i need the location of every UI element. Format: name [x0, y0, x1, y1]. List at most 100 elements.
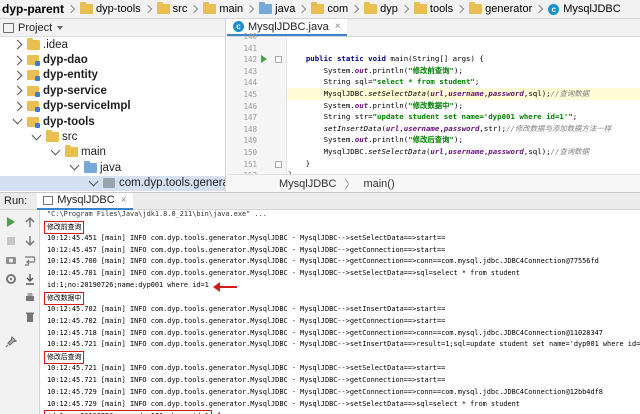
breadcrumb-label: dyp — [380, 3, 398, 15]
chevron-right-icon[interactable] — [12, 55, 23, 66]
chevron-right-icon[interactable] — [12, 85, 23, 96]
run-tab-mysqljdbc[interactable]: MysqlJDBC × — [37, 192, 133, 210]
chevron-down-icon[interactable] — [50, 145, 61, 156]
chevron-right-icon — [66, 4, 76, 14]
console-line: 10:12:45.721 [main] INFO com.dyp.tools.g… — [47, 375, 446, 384]
close-icon[interactable]: × — [335, 21, 341, 32]
project-panel-header[interactable]: Project — [0, 19, 225, 37]
tree-item--idea[interactable]: .idea — [0, 37, 225, 52]
breadcrumb-item-dyp-tools[interactable]: dyp-tools — [80, 2, 141, 15]
console-output[interactable]: "C:\Program Files\Java\jdk1.8.0_211\bin\… — [41, 210, 640, 414]
class-icon: c — [548, 3, 560, 15]
console-line: 10:12:45.729 [main] INFO com.dyp.tools.g… — [47, 387, 603, 396]
class-icon: c — [233, 21, 244, 32]
breadcrumb-item-main[interactable]: main — [203, 2, 243, 15]
breadcrumb-item-dyp[interactable]: dyp — [364, 2, 398, 15]
scroll-end-icon[interactable] — [24, 273, 36, 285]
up-icon[interactable] — [24, 216, 36, 228]
breadcrumb-label: com — [327, 3, 349, 15]
package-icon — [103, 178, 115, 189]
tree-item-dyp-dao[interactable]: dyp-dao — [0, 52, 225, 67]
breadcrumb-item-src[interactable]: src — [156, 2, 187, 15]
trash-icon[interactable] — [24, 311, 36, 323]
close-icon[interactable]: × — [121, 195, 127, 206]
fold-icon[interactable] — [275, 160, 282, 168]
module-folder-icon — [27, 101, 40, 113]
tree-item-label: dyp-dao — [43, 54, 88, 67]
chevron-right-icon[interactable] — [12, 101, 23, 112]
chevron-down-icon[interactable] — [69, 160, 80, 171]
breadcrumb-label: java — [275, 3, 296, 15]
breadcrumb-label: dyp-tools — [96, 3, 141, 15]
pin-icon[interactable] — [5, 336, 17, 348]
tree-item-label: dyp-serviceImpl — [43, 100, 131, 113]
console-line: 10:12:45.702 [main] INFO com.dyp.tools.g… — [47, 304, 446, 313]
chevron-right-icon[interactable] — [12, 39, 23, 50]
tree-item-dyp-service[interactable]: dyp-service — [0, 83, 225, 98]
folder-icon — [311, 2, 325, 14]
line-number: 149 — [243, 136, 257, 146]
chevron-down-icon[interactable] — [88, 176, 99, 187]
code-line: String sql="select * from student"; — [288, 77, 480, 87]
tree-item-java[interactable]: java — [0, 160, 225, 175]
chevron-right-icon — [143, 4, 152, 14]
project-view-icon — [3, 22, 14, 33]
crumb-class[interactable]: MysqlJDBC — [279, 178, 336, 190]
tree-item-src[interactable]: src — [0, 129, 225, 144]
stop-icon[interactable] — [5, 235, 17, 247]
tree-item-main[interactable]: main — [0, 145, 225, 160]
run-config-icon — [43, 195, 54, 205]
breadcrumb-item-tools[interactable]: tools — [413, 2, 454, 15]
line-number: 147 — [243, 113, 257, 123]
chevron-down-icon[interactable] — [31, 130, 42, 140]
folder-icon — [469, 2, 483, 14]
source-folder-icon — [84, 160, 97, 173]
run-gutter-icon[interactable] — [261, 55, 267, 64]
project-panel: Project .idea dyp-dao dyp-entity dyp-servic… — [0, 19, 226, 192]
tree-item-dyp-entity[interactable]: dyp-entity — [0, 68, 225, 83]
breadcrumb-label: tools — [429, 3, 454, 15]
code-area[interactable]: public static void main(String[] args) {… — [287, 38, 640, 179]
highlighted-console-line: id:1;no:20190726;name:dyp001 where id=1 — [44, 410, 212, 414]
chevron-down-icon[interactable] — [12, 114, 23, 125]
console-line: 10:12:45.700 [main] INFO com.dyp.tools.g… — [47, 257, 599, 266]
run-tab-label: MysqlJDBC — [57, 194, 115, 206]
module-folder-icon — [27, 70, 40, 82]
breadcrumb-item-java[interactable]: java — [259, 2, 296, 15]
breadcrumb-item-com[interactable]: com — [311, 2, 349, 15]
module-folder-icon — [27, 116, 40, 128]
chevron-right-icon[interactable] — [12, 70, 23, 81]
tree-item-dyp-serviceimpl[interactable]: dyp-serviceImpl — [0, 99, 225, 114]
tree-item-label: main — [81, 146, 106, 159]
tree-item-label: com.dyp.tools.generator — [119, 177, 225, 190]
code-line: MysqlJDBC.setSelectData(url,username,pas… — [287, 88, 640, 100]
line-number: 144 — [243, 78, 257, 88]
code-line: setInsertData(url,username,password,str)… — [323, 123, 612, 133]
navigation-breadcrumb: dyp-parent dyp-tools src main java com dyp tool… — [0, 0, 640, 19]
editor-structure-breadcrumb: MysqlJDBC 〉 main() — [227, 174, 640, 192]
tree-item-label: dyp-tools — [43, 115, 95, 128]
camera-icon[interactable] — [5, 254, 17, 266]
wrap-icon[interactable] — [24, 254, 36, 266]
breadcrumb-item-mysqljdbc[interactable]: c MysqlJDBC — [548, 3, 621, 15]
breadcrumb-label: generator — [485, 3, 533, 15]
breadcrumb-item-generator[interactable]: generator — [469, 2, 533, 15]
chevron-right-icon — [534, 4, 544, 14]
chevron-down-icon[interactable] — [57, 25, 64, 30]
settings-icon[interactable] — [5, 273, 17, 285]
chevron-right-icon — [298, 4, 307, 14]
down-icon[interactable] — [24, 235, 36, 247]
breadcrumb-item-dyp-parent[interactable]: dyp-parent — [2, 2, 64, 16]
fold-icon[interactable] — [275, 56, 282, 64]
line-number: 143 — [243, 66, 257, 76]
console-line: 10:12:45.701 [main] INFO com.dyp.tools.g… — [47, 269, 520, 278]
console-line: 10:12:45.721 [main] INFO com.dyp.tools.g… — [47, 364, 446, 373]
console-line: 10:12:45.702 [main] INFO com.dyp.tools.g… — [47, 316, 446, 325]
console-line: 10:12:45.457 [main] INFO com.dyp.tools.g… — [47, 245, 446, 254]
tree-item-com-dyp-tools-generator[interactable]: com.dyp.tools.generator — [0, 175, 225, 191]
tree-item-dyp-tools[interactable]: dyp-tools — [0, 114, 225, 129]
tree-item-label: dyp-service — [43, 84, 107, 97]
print-icon[interactable] — [24, 292, 36, 304]
rerun-icon[interactable] — [5, 216, 17, 228]
crumb-method[interactable]: main() — [363, 178, 394, 190]
